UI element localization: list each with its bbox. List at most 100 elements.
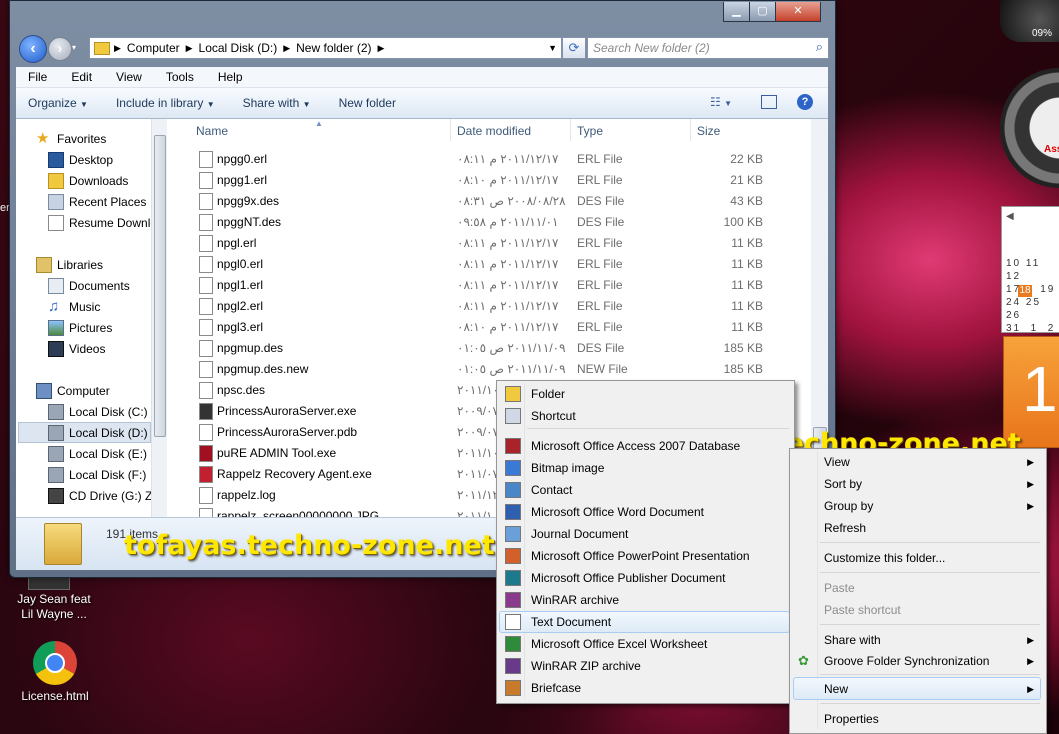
breadcrumb-folder[interactable]: New folder (2) bbox=[296, 41, 371, 55]
new-menu-item-winrar[interactable]: WinRAR archive bbox=[499, 589, 788, 611]
menu-edit[interactable]: Edit bbox=[59, 70, 104, 84]
new-menu-item-winrar-zip[interactable]: WinRAR ZIP archive bbox=[499, 655, 788, 677]
submenu-arrow-icon: ▶ bbox=[1027, 479, 1034, 489]
new-menu-item-excel[interactable]: Microsoft Office Excel Worksheet bbox=[499, 633, 788, 655]
menu-item-customize[interactable]: Customize this folder... bbox=[792, 547, 1042, 569]
table-row[interactable]: npgl3.erl ٢٠١١/١٢/١٧ م ٠٨:١٠ ERL File 11 KB bbox=[167, 316, 811, 337]
menu-item-paste[interactable]: Paste bbox=[792, 577, 1042, 599]
nav-desktop[interactable]: Desktop bbox=[48, 152, 113, 168]
breadcrumb-chevron-icon[interactable]: ▶ bbox=[283, 43, 290, 54]
search-icon[interactable]: ⌕ bbox=[816, 39, 823, 55]
include-library-button[interactable]: Include in library ▼ bbox=[116, 96, 215, 110]
nav-cd-drive-g[interactable]: CD Drive (G:) Za bbox=[48, 488, 159, 504]
help-icon[interactable]: ? bbox=[797, 94, 813, 110]
view-options-icon[interactable]: ☷ ▼ bbox=[710, 95, 732, 109]
menu-item-sort-by[interactable]: Sort by ▶ bbox=[792, 473, 1042, 495]
address-dropdown-icon[interactable]: ▼ bbox=[548, 43, 557, 53]
pictures-icon bbox=[48, 320, 64, 336]
cpu-meter-gadget[interactable]: 09% bbox=[1000, 0, 1059, 42]
new-menu-item-folder[interactable]: Folder bbox=[499, 383, 788, 405]
menu-item-group-by[interactable]: Group by ▶ bbox=[792, 495, 1042, 517]
table-row[interactable]: npgmup.des.new ٢٠١١/١١/٠٩ ص ٠١:٠٥ NEW File… bbox=[167, 358, 811, 379]
nav-pictures[interactable]: Pictures bbox=[48, 320, 112, 336]
organize-button[interactable]: Organize ▼ bbox=[28, 96, 88, 110]
breadcrumb-chevron-icon[interactable]: ▶ bbox=[378, 43, 385, 54]
nav-favorites[interactable]: ★ Favorites bbox=[36, 131, 106, 147]
nav-documents[interactable]: Documents bbox=[48, 278, 130, 294]
desktop-icon-label-video[interactable]: Jay Sean feat Lil Wayne ... bbox=[14, 592, 94, 622]
preview-pane-icon[interactable] bbox=[761, 95, 777, 109]
file-icon bbox=[199, 466, 213, 483]
new-menu-item-journal[interactable]: Journal Document bbox=[499, 523, 788, 545]
new-menu-item-briefcase[interactable]: Briefcase bbox=[499, 677, 788, 699]
menu-item-view[interactable]: View ▶ bbox=[792, 451, 1042, 473]
recent-pages-dropdown[interactable]: ▾ bbox=[72, 43, 76, 52]
nav-resume-downloads[interactable]: Resume Downlc bbox=[48, 215, 156, 231]
nav-computer[interactable]: Computer bbox=[36, 383, 110, 399]
nav-downloads[interactable]: Downloads bbox=[48, 173, 128, 189]
refresh-icon[interactable]: ⟳ bbox=[562, 37, 586, 59]
menu-item-groove[interactable]: ✿ Groove Folder Synchronization ▶ bbox=[792, 650, 1042, 672]
table-row[interactable]: npgg9x.des ٢٠٠٨/٠٨/٢٨ ص ٠٨:٣١ DES File 43 K… bbox=[167, 190, 811, 211]
new-menu-item-shortcut[interactable]: Shortcut bbox=[499, 405, 788, 427]
new-menu-item-bitmap[interactable]: Bitmap image bbox=[499, 457, 788, 479]
nav-music[interactable]: ♫ Music bbox=[48, 299, 100, 315]
calendar-gadget[interactable]: ◀ 18 10 11 12 17 19 24 25 26 31 1 2 bbox=[1001, 206, 1059, 334]
nav-local-disk-c[interactable]: Local Disk (C:) bbox=[48, 404, 148, 420]
menu-item-properties[interactable]: Properties bbox=[792, 708, 1042, 730]
new-menu-item-access[interactable]: Microsoft Office Access 2007 Database bbox=[499, 435, 788, 457]
table-row-partial[interactable] bbox=[167, 133, 811, 141]
menu-file[interactable]: File bbox=[16, 70, 59, 84]
file-date: ٢٠١١/١٢/١٧ م ٠٨:١١ bbox=[457, 256, 559, 271]
menu-item-new[interactable]: New ▶ bbox=[792, 678, 1042, 700]
nav-local-disk-f[interactable]: Local Disk (F:) bbox=[48, 467, 146, 483]
search-box[interactable]: Search New folder (2) ⌕ bbox=[587, 37, 829, 59]
breadcrumb-computer[interactable]: Computer bbox=[127, 41, 180, 55]
file-size: 22 KB bbox=[730, 151, 763, 166]
close-button[interactable]: ✕ bbox=[775, 2, 821, 22]
table-row[interactable]: npgl0.erl ٢٠١١/١٢/١٧ م ٠٨:١١ ERL File 11 KB bbox=[167, 253, 811, 274]
maximize-button[interactable]: ▢ bbox=[749, 2, 776, 22]
forward-button[interactable]: › bbox=[48, 37, 72, 61]
breadcrumb-local-disk[interactable]: Local Disk (D:) bbox=[199, 41, 278, 55]
new-menu-item-publisher[interactable]: Microsoft Office Publisher Document bbox=[499, 567, 788, 589]
nav-libraries[interactable]: Libraries bbox=[36, 257, 103, 273]
nav-recent-places[interactable]: Recent Places bbox=[48, 194, 146, 210]
menu-help[interactable]: Help bbox=[206, 70, 255, 84]
breadcrumb-chevron-icon[interactable]: ▶ bbox=[186, 43, 193, 54]
table-row[interactable]: npggNT.des ٢٠١١/١١/٠١ م ٠٩:٥٨ DES File 100 … bbox=[167, 211, 811, 232]
new-menu-item-contact[interactable]: Contact bbox=[499, 479, 788, 501]
file-name: rappelz.log bbox=[217, 487, 276, 502]
nav-local-disk-d[interactable]: Local Disk (D:) bbox=[48, 425, 148, 441]
new-menu-item-powerpoint[interactable]: Microsoft Office PowerPoint Presentation bbox=[499, 545, 788, 567]
nav-videos[interactable]: Videos bbox=[48, 341, 105, 357]
new-menu-item-word[interactable]: Microsoft Office Word Document bbox=[499, 501, 788, 523]
address-bar[interactable]: ▶ Computer ▶ Local Disk (D:) ▶ New folde… bbox=[89, 37, 562, 59]
desktop-icon-label-license[interactable]: License.html bbox=[10, 689, 100, 703]
chrome-icon[interactable] bbox=[33, 641, 77, 685]
table-row[interactable]: npgg1.erl ٢٠١١/١٢/١٧ م ٠٨:١٠ ERL File 21 KB bbox=[167, 169, 811, 190]
minimize-button[interactable]: ▁ bbox=[723, 2, 750, 22]
table-row[interactable]: npgl1.erl ٢٠١١/١٢/١٧ م ٠٨:١١ ERL File 11 KB bbox=[167, 274, 811, 295]
menu-item-share-with[interactable]: Share with ▶ bbox=[792, 629, 1042, 651]
menu-view[interactable]: View bbox=[104, 70, 154, 84]
table-row[interactable]: npgl.erl ٢٠١١/١٢/١٧ م ٠٨:١١ ERL File 11 KB bbox=[167, 232, 811, 253]
nav-scroll-thumb[interactable] bbox=[154, 135, 166, 437]
excel-icon bbox=[505, 636, 521, 652]
menu-item-refresh[interactable]: Refresh bbox=[792, 517, 1042, 539]
nav-scrollbar[interactable] bbox=[151, 119, 167, 517]
menu-item-paste-shortcut[interactable]: Paste shortcut bbox=[792, 599, 1042, 621]
new-folder-button[interactable]: New folder bbox=[339, 96, 396, 110]
nav-local-disk-e[interactable]: Local Disk (E:) bbox=[48, 446, 147, 462]
share-with-button[interactable]: Share with ▼ bbox=[243, 96, 311, 110]
file-type: DES File bbox=[577, 193, 625, 208]
menu-bar: File Edit View Tools Help bbox=[16, 67, 828, 88]
new-menu-item-text[interactable]: Text Document bbox=[499, 611, 788, 633]
back-button[interactable]: ‹ bbox=[19, 35, 47, 63]
table-row[interactable]: npgmup.des ٢٠١١/١١/٠٩ ص ٠١:٠٥ DES File 185 … bbox=[167, 337, 811, 358]
menu-tools[interactable]: Tools bbox=[154, 70, 206, 84]
table-row[interactable]: npgl2.erl ٢٠١١/١٢/١٧ م ٠٨:١١ ERL File 11 KB bbox=[167, 295, 811, 316]
breadcrumb-chevron-icon[interactable]: ▶ bbox=[114, 43, 121, 54]
table-row[interactable]: npgg0.erl ٢٠١١/١٢/١٧ م ٠٨:١١ ERL File 22 KB bbox=[167, 148, 811, 169]
music-icon: ♫ bbox=[48, 298, 60, 315]
